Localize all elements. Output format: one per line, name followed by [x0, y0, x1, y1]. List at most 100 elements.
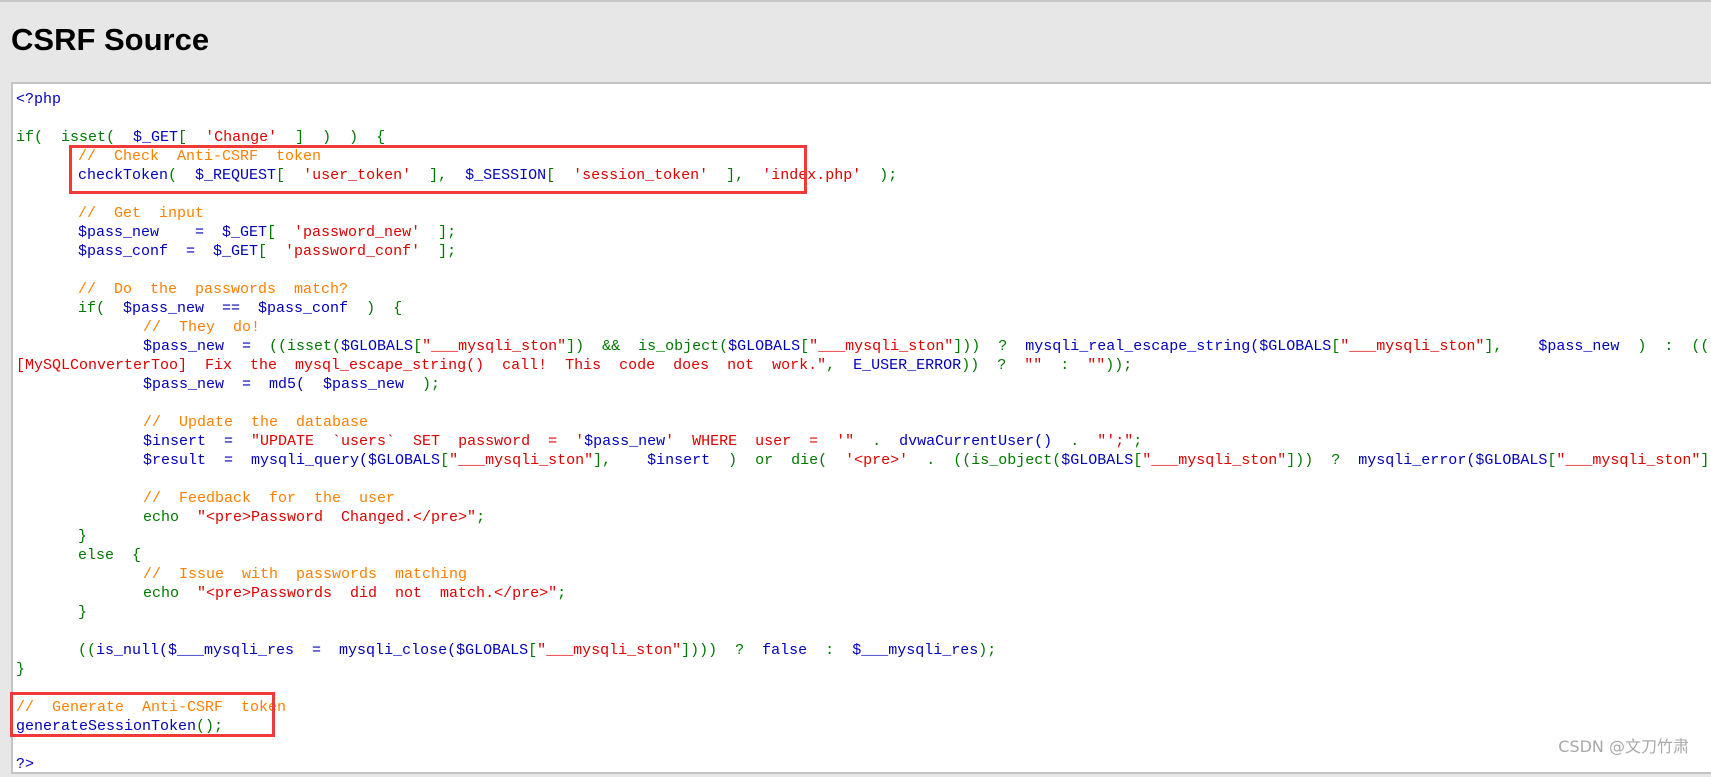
code-line: // Get input [16, 204, 1711, 223]
code-comment: // Feedback for the user [143, 490, 396, 507]
code-comment: // Issue with passwords matching [143, 566, 468, 583]
code-line: $pass_new = md5( $pass_new ); [16, 375, 1711, 394]
code-keyword: [ [1331, 338, 1341, 355]
code-keyword: , [826, 357, 854, 374]
code-line: $pass_new = $_GET[ 'password_new' ]; [16, 223, 1711, 242]
code-identifier: $GLOBALS [1061, 452, 1134, 469]
page-title: CSRF Source [11, 22, 210, 57]
code-keyword: ); [861, 167, 898, 184]
code-identifier: $GLOBALS [341, 338, 414, 355]
code-string: "___mysqli_ston" [1556, 452, 1701, 469]
code-keyword: . [1052, 433, 1098, 450]
code-string: 'password_conf' [285, 243, 421, 260]
code-line: else { [16, 546, 1711, 565]
code-keyword: ])) ? [1286, 452, 1359, 469]
code-keyword: ])) ? [953, 338, 1026, 355]
code-keyword: ]; [420, 243, 457, 260]
code-identifier: false [762, 642, 808, 659]
code-comment: // They do! [143, 319, 261, 336]
code-keyword: else { [78, 547, 142, 564]
source-code-panel: <?php if( isset( $_GET[ 'Change' ] ) ) {/… [11, 82, 1711, 774]
code-keyword: if( [78, 300, 124, 317]
code-keyword: )); [1105, 357, 1133, 374]
code-identifier: $pass_new [1538, 338, 1620, 355]
code-keyword: ], [593, 452, 648, 469]
code-identifier: $result = mysqli_query($GLOBALS [143, 452, 441, 469]
code-identifier: $_GET [133, 129, 179, 146]
code-identifier: $insert = [143, 433, 252, 450]
code-keyword: [ [800, 338, 810, 355]
code-string: "___mysqli_ston" [422, 338, 567, 355]
code-line: <?php [16, 90, 1711, 109]
code-keyword: ) { [348, 300, 403, 317]
code-keyword: [ [258, 243, 286, 260]
code-identifier: ?> [16, 756, 35, 773]
code-line: } [16, 660, 1711, 679]
code-comment: // Get input [78, 205, 205, 222]
php-source-code: <?php if( isset( $_GET[ 'Change' ] ) ) {/… [16, 90, 1711, 773]
code-line: echo "<pre>Passwords did not match.</pre… [16, 584, 1711, 603]
code-line: $pass_conf = $_GET[ 'password_conf' ]; [16, 242, 1711, 261]
code-identifier: $pass_conf = $_GET [78, 243, 259, 260]
code-keyword: [ [178, 129, 206, 146]
code-identifier: $___mysqli_res [852, 642, 979, 659]
code-line: // They do! [16, 318, 1711, 337]
code-identifier: E_USER_ERROR [853, 357, 962, 374]
code-keyword: [ [276, 167, 304, 184]
code-keyword: ) : (( [1619, 338, 1710, 355]
code-line: if( $pass_new == $pass_conf ) { [16, 299, 1711, 318]
code-string: "___mysqli_ston" [449, 452, 594, 469]
code-keyword: ]) : (( [1700, 452, 1711, 469]
code-string: ' WHERE user = '" [665, 433, 855, 450]
code-keyword: ; [557, 585, 567, 602]
code-identifier: $insert [647, 452, 711, 469]
code-identifier: $_REQUEST [195, 167, 277, 184]
code-keyword: (( [78, 642, 97, 659]
code-string: 'user_token' [303, 167, 412, 184]
code-identifier: <?php [16, 91, 62, 108]
code-keyword: ( [168, 167, 196, 184]
code-comment: // Check Anti-CSRF token [78, 148, 322, 165]
code-keyword: [ [413, 338, 423, 355]
code-line: // Generate Anti-CSRF token [16, 698, 1711, 717]
code-line: if( isset( $_GET[ 'Change' ] ) ) { [16, 128, 1711, 147]
code-identifier: $_SESSION [465, 167, 547, 184]
code-identifier: $GLOBALS [728, 338, 801, 355]
code-identifier: $pass_new == $pass_conf [123, 300, 349, 317]
code-identifier: $pass_new = [143, 338, 270, 355]
code-keyword: (); [196, 718, 224, 735]
code-string: [MySQLConverterToo] Fix the mysql_escape… [16, 357, 827, 374]
code-string: 'password_new' [294, 224, 421, 241]
code-keyword: if( isset( [16, 129, 134, 146]
code-keyword: ) or die( [710, 452, 846, 469]
code-identifier: $pass_new = md5( $pass_new [143, 376, 423, 393]
code-comment: // Generate Anti-CSRF token [16, 699, 287, 716]
code-keyword: [ [546, 167, 574, 184]
code-keyword: ]) && is_object( [566, 338, 729, 355]
code-keyword: ], [1484, 338, 1539, 355]
code-identifier: $pass_new [584, 433, 666, 450]
code-keyword: )) ? [961, 357, 1025, 374]
code-keyword: ((isset( [269, 338, 342, 355]
code-keyword: ; [1133, 433, 1143, 450]
code-identifier: generateSessionToken [16, 718, 197, 735]
code-string: "___mysqli_ston" [537, 642, 682, 659]
code-line: $result = mysqli_query($GLOBALS["___mysq… [16, 451, 1711, 470]
code-string: "<pre>Password Changed.</pre>" [197, 509, 477, 526]
code-string: 'session_token' [573, 167, 709, 184]
code-line: // Feedback for the user [16, 489, 1711, 508]
code-comment: // Update the database [143, 414, 369, 431]
code-keyword: echo [143, 509, 198, 526]
code-keyword: ], [411, 167, 466, 184]
code-line: // Do the passwords match? [16, 280, 1711, 299]
code-keyword: : [807, 642, 853, 659]
code-string: "<pre>Passwords did not match.</pre>" [197, 585, 558, 602]
code-string: "" [1024, 357, 1043, 374]
code-keyword: [ [267, 224, 295, 241]
code-line: ?> [16, 755, 1711, 773]
code-line: checkToken( $_REQUEST[ 'user_token' ], $… [16, 166, 1711, 185]
code-line: $pass_new = ((isset($GLOBALS["___mysqli_… [16, 337, 1711, 356]
code-identifier: dvwaCurrentUser() [899, 433, 1053, 450]
